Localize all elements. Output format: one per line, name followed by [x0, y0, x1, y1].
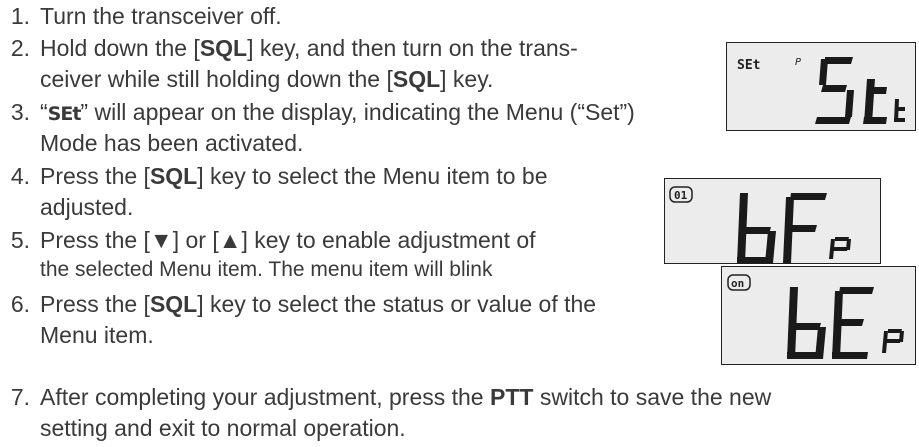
- step-5: 5. Press the [▼] or [▲] key to enable ad…: [0, 226, 660, 286]
- indicator-status: on: [731, 277, 744, 290]
- step-3: 3. “SEt” will appear on the display, ind…: [0, 98, 720, 158]
- step-6: 6. Press the [SQL] key to select the sta…: [0, 290, 720, 350]
- step-text: Turn the transceiver off.: [40, 3, 282, 29]
- step-number: 6.: [10, 291, 30, 317]
- step-text-line: adjusted.: [40, 194, 134, 220]
- step-text-line: Press the [▼] or [▲] key to enable adjus…: [40, 227, 536, 253]
- ptt-switch-label: PTT: [490, 384, 534, 410]
- step-text-line: After completing your adjustment, press …: [40, 384, 772, 410]
- step-number: 1.: [10, 3, 30, 29]
- lcd-set-graphic: SEt P: [737, 57, 905, 124]
- step-number: 2.: [10, 35, 30, 61]
- step-text-line: the selected Menu item. The menu item wi…: [40, 258, 493, 281]
- step-text-line: Hold down the [SQL] key, and then turn o…: [40, 35, 578, 61]
- step-text-line: “SEt” will appear on the display, indica…: [40, 99, 635, 125]
- indicator-set: SEt: [737, 58, 760, 73]
- indicator-p: P: [795, 57, 801, 68]
- lcd-display-menu-item: 01: [664, 178, 881, 264]
- lcd-value-graphic: on: [727, 274, 904, 359]
- step-text-line: Press the [SQL] key to select the Menu i…: [40, 163, 548, 189]
- segment-digit-b: [737, 193, 776, 263]
- step-2: 2. Hold down the [SQL] key, and then tur…: [0, 34, 720, 94]
- lcd-display-value: on: [721, 266, 916, 365]
- step-number: 3.: [10, 99, 30, 125]
- step-text-line: Press the [SQL] key to select the status…: [40, 291, 597, 317]
- step-text-line: ceiver while still holding down the [SQL…: [40, 66, 494, 92]
- step-7: 7. After completing your adjustment, pre…: [0, 383, 915, 443]
- sql-key-label: SQL: [149, 291, 198, 317]
- step-number: 7.: [10, 384, 30, 410]
- sql-key-label: SQL: [392, 66, 441, 92]
- step-text-line: setting and exit to normal operation.: [40, 415, 406, 441]
- step-number: 5.: [10, 227, 30, 253]
- segment-sub-t: [894, 99, 905, 122]
- set-code: SEt: [47, 103, 82, 125]
- indicator-number: 01: [674, 189, 688, 202]
- segment-digit-e: [832, 287, 874, 359]
- segment-digit-t: [863, 79, 887, 124]
- sql-key-label: SQL: [149, 163, 198, 189]
- step-1: 1. Turn the transceiver off.: [0, 2, 720, 32]
- lcd-display-set: SEt P: [726, 42, 916, 131]
- segment-digit-b: [787, 287, 826, 359]
- step-4: 4. Press the [SQL] key to select the Men…: [0, 162, 660, 222]
- segment-sub-p: [882, 329, 904, 353]
- sql-key-label: SQL: [199, 35, 248, 61]
- step-text-line: Mode has been activated.: [40, 130, 304, 156]
- lcd-menu-graphic: 01: [669, 186, 851, 263]
- segment-digit-f: [783, 193, 827, 263]
- step-number: 4.: [10, 163, 30, 189]
- step-text-line: Menu item.: [40, 322, 154, 348]
- segment-sub-p: [829, 237, 851, 259]
- segment-digit-s: [815, 57, 854, 124]
